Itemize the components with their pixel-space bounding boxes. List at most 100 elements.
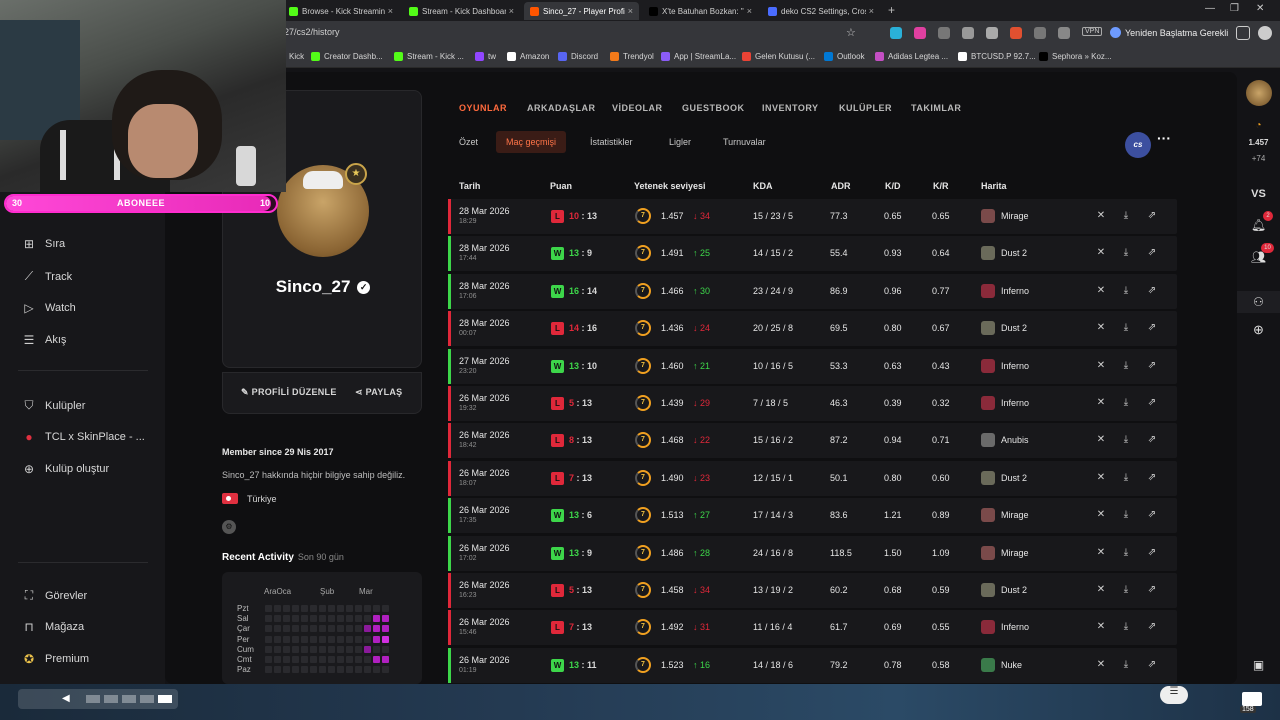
bookmark-star-icon[interactable]: ☆ (846, 26, 856, 39)
hide-match-icon[interactable]: ✕ (1094, 210, 1108, 221)
download-demo-icon[interactable]: ⤓ (1119, 547, 1133, 558)
download-demo-icon[interactable]: ⤓ (1119, 360, 1133, 371)
new-tab-button[interactable]: + (888, 3, 895, 17)
bookmark-item[interactable]: App | StreamLa... (661, 52, 736, 61)
edit-profile-button[interactable]: ✎ PROFİLİ DÜZENLE (241, 387, 337, 398)
open-match-icon[interactable]: ⇗ (1145, 210, 1159, 221)
browser-tab[interactable]: Sinco_27 - Player Profile - F× (524, 2, 639, 20)
table-row[interactable]: 26 Mar 2026 01:19 W 13 : 11 7 1.523 ↑ 16 14 / 1… (448, 647, 1177, 683)
open-match-icon[interactable]: ⇗ (1145, 360, 1159, 371)
store-icon[interactable]: ▣ (1237, 658, 1280, 672)
close-tab-icon[interactable]: × (625, 6, 633, 16)
open-match-icon[interactable]: ⇗ (1145, 659, 1159, 670)
table-row[interactable]: 26 Mar 2026 15:46 L 7 : 13 7 1.492 ↓ 31 11 / 16… (448, 610, 1177, 646)
subtab-ligler[interactable]: Ligler (659, 131, 701, 153)
profile-icon[interactable] (1236, 26, 1250, 40)
table-row[interactable]: 26 Mar 2026 18:07 L 7 : 13 7 1.490 ↓ 23 12 / 15… (448, 460, 1177, 496)
hide-match-icon[interactable]: ✕ (1094, 322, 1108, 333)
bookmark-item[interactable]: Stream - Kick ... (394, 52, 464, 61)
chat-icon[interactable]: ☰ (1160, 686, 1188, 704)
extension-icon[interactable] (890, 27, 902, 39)
extension-icon[interactable] (962, 27, 974, 39)
table-row[interactable]: 27 Mar 2026 23:20 W 13 : 10 7 1.460 ↑ 21 10 / 1… (448, 348, 1177, 384)
download-demo-icon[interactable]: ⤓ (1119, 434, 1133, 445)
vpn-button[interactable]: VPN (1082, 27, 1103, 36)
more-options-icon[interactable]: ··· (1157, 130, 1171, 146)
tab-kulupler[interactable]: KULÜPLER (839, 103, 892, 113)
restart-required-button[interactable]: Yeniden Başlatma Gerekli (1110, 27, 1228, 38)
party-icon[interactable]: ⚇ (1237, 291, 1280, 313)
table-row[interactable]: 26 Mar 2026 17:35 W 13 : 6 7 1.513 ↑ 27 17 / 14… (448, 498, 1177, 534)
download-demo-icon[interactable]: ⤓ (1119, 509, 1133, 520)
bookmark-item[interactable]: Trendyol (610, 52, 654, 61)
table-row[interactable]: 28 Mar 2026 00:07 L 14 : 16 7 1.436 ↓ 24 20 / 2… (448, 311, 1177, 347)
hide-match-icon[interactable]: ✕ (1094, 547, 1108, 558)
browser-tab[interactable]: deko CS2 Settings, Crossha× (762, 2, 880, 20)
nav-item-track[interactable]: ⟋ Track (22, 269, 72, 284)
browser-menu-icon[interactable] (1258, 26, 1272, 40)
close-tab-icon[interactable]: × (506, 6, 514, 16)
browser-tab[interactable]: X'te Batuhan Bozkan: "Stea× (643, 2, 758, 20)
bookmark-item[interactable]: Discord (558, 52, 598, 61)
share-button[interactable]: ⋖ PAYLAŞ (355, 387, 402, 398)
tab-guestbook[interactable]: GUESTBOOK (682, 103, 745, 113)
bookmark-item[interactable]: BTCUSD.P 92.7... (958, 52, 1036, 61)
extension-icon[interactable] (986, 27, 998, 39)
nav-item-gorevler[interactable]: ⛶ Görevler (22, 588, 87, 603)
steam-icon[interactable]: ⚙ (222, 520, 236, 534)
nav-item-tcl-club[interactable]: ● TCL x SkinPlace - ... (22, 430, 144, 444)
open-match-icon[interactable]: ⇗ (1145, 472, 1159, 483)
download-demo-icon[interactable]: ⤓ (1119, 584, 1133, 595)
nav-item-sira[interactable]: ⊞ Sıra (22, 237, 65, 251)
download-demo-icon[interactable]: ⤓ (1119, 285, 1133, 296)
minimize-button[interactable]: — (1205, 3, 1215, 14)
subtab-mac-gecmisi[interactable]: Maç geçmişi (496, 131, 567, 153)
download-demo-icon[interactable]: ⤓ (1119, 397, 1133, 408)
notification-bell-icon[interactable]: 🔔︎ (1237, 218, 1280, 232)
nav-item-premium[interactable]: ✪ Premium (22, 652, 89, 666)
open-match-icon[interactable]: ⇗ (1145, 509, 1159, 520)
bookmark-item[interactable]: tw (475, 52, 496, 61)
open-match-icon[interactable]: ⇗ (1145, 322, 1159, 333)
nav-item-akis[interactable]: ☰ Akış (22, 333, 67, 347)
download-demo-icon[interactable]: ⤓ (1119, 472, 1133, 483)
hide-match-icon[interactable]: ✕ (1094, 397, 1108, 408)
extension-icon[interactable] (1010, 27, 1022, 39)
tab-oyunlar[interactable]: OYUNLAR (459, 103, 507, 113)
previous-icon[interactable]: ◀ (62, 693, 70, 704)
add-icon[interactable]: ⊕ (1237, 322, 1280, 338)
bookmark-item[interactable]: Amazon (507, 52, 549, 61)
hide-match-icon[interactable]: ✕ (1094, 434, 1108, 445)
table-row[interactable]: 28 Mar 2026 18:29 L 10 : 13 7 1.457 ↓ 34 15 / 2… (448, 199, 1177, 234)
open-match-icon[interactable]: ⇗ (1145, 584, 1159, 595)
hide-match-icon[interactable]: ✕ (1094, 472, 1108, 483)
hide-match-icon[interactable]: ✕ (1094, 584, 1108, 595)
close-tab-icon[interactable]: × (385, 6, 393, 16)
open-match-icon[interactable]: ⇗ (1145, 621, 1159, 632)
url-field[interactable]: 27/cs2/history (284, 27, 340, 37)
user-avatar[interactable] (1237, 80, 1280, 109)
browser-tab[interactable]: Stream - Kick Dashboard × (403, 2, 520, 20)
hide-match-icon[interactable]: ✕ (1094, 509, 1108, 520)
table-row[interactable]: 26 Mar 2026 19:32 L 5 : 13 7 1.439 ↓ 29 7 / 18 … (448, 386, 1177, 421)
bookmark-item[interactable]: Creator Dashb... (311, 52, 383, 61)
bookmark-item[interactable]: Adidas Legtea ... (875, 52, 948, 61)
table-row[interactable]: 26 Mar 2026 18:42 L 8 : 13 7 1.468 ↓ 22 15 / 16… (448, 423, 1177, 459)
table-row[interactable]: 26 Mar 2026 16:23 L 5 : 13 7 1.458 ↓ 34 13 / 19… (448, 573, 1177, 608)
hide-match-icon[interactable]: ✕ (1094, 285, 1108, 296)
extension-icon[interactable] (938, 27, 950, 39)
download-demo-icon[interactable]: ⤓ (1119, 247, 1133, 258)
tab-arkadaslar[interactable]: ARKADAŞLAR (527, 103, 596, 113)
table-row[interactable]: 28 Mar 2026 17:06 W 16 : 14 7 1.466 ↑ 30 23 / 2… (448, 273, 1177, 309)
table-row[interactable]: 28 Mar 2026 17:44 W 13 : 9 7 1.491 ↑ 25 14 / 15… (448, 236, 1177, 272)
subtab-turnuvalar[interactable]: Turnuvalar (713, 131, 776, 153)
open-match-icon[interactable]: ⇗ (1145, 434, 1159, 445)
bookmark-item[interactable]: Sephora » Koz... (1039, 52, 1112, 61)
nav-item-magaza[interactable]: ⊓ Mağaza (22, 620, 84, 634)
nav-item-kulupler[interactable]: ⛉ Kulüpler (22, 398, 85, 413)
bookmark-item[interactable]: Outlook (824, 52, 865, 61)
open-match-icon[interactable]: ⇗ (1145, 397, 1159, 408)
open-match-icon[interactable]: ⇗ (1145, 547, 1159, 558)
hide-match-icon[interactable]: ✕ (1094, 659, 1108, 670)
download-demo-icon[interactable]: ⤓ (1119, 322, 1133, 333)
